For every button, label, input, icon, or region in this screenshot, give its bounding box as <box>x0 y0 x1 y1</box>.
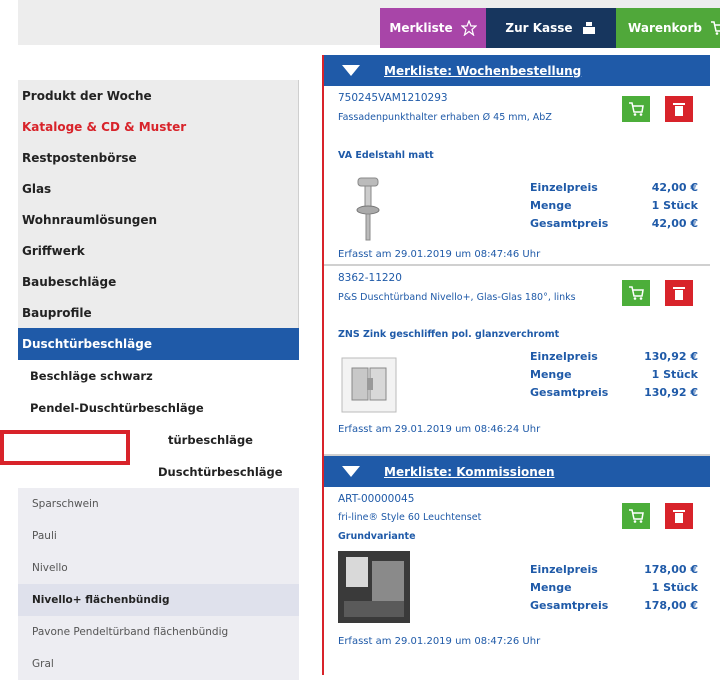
line-item-pavone[interactable]: Pavone Pendeltürband flächenbündig <box>18 616 299 648</box>
gesamtpreis-label: Gesamtpreis <box>530 386 609 399</box>
product-name[interactable]: P&S Duschtürband Nivello+, Glas-Glas 180… <box>338 291 588 304</box>
erfasst-timestamp: Erfasst am 29.01.2019 um 08:47:26 Uhr <box>338 636 541 647</box>
line-item-sparschwein[interactable]: Sparschwein <box>18 488 299 520</box>
cart-icon <box>629 286 644 300</box>
einzelpreis-value: 130,92 € <box>644 350 698 363</box>
gesamtpreis-label: Gesamtpreis <box>530 599 609 612</box>
cart-icon <box>710 21 720 35</box>
remove-button[interactable] <box>665 280 693 306</box>
menge-value: 1 Stück <box>651 581 698 594</box>
remove-button[interactable] <box>665 96 693 122</box>
collapse-triangle-icon <box>342 466 360 477</box>
add-to-cart-button[interactable] <box>622 280 650 306</box>
merkliste-button[interactable]: Merkliste <box>380 8 486 48</box>
remove-button[interactable] <box>665 503 693 529</box>
sidebar-item-duschtuerbeschlaege[interactable]: Duschtürbeschläge <box>18 328 299 360</box>
line-item-pauli[interactable]: Pauli <box>18 520 299 552</box>
zur-kasse-button[interactable]: Zur Kasse <box>486 8 616 48</box>
product-name[interactable]: Fassadenpunkthalter erhaben Ø 45 mm, AbZ <box>338 111 588 124</box>
list-item: ART-00000045 fri-line® Style 60 Leuchten… <box>324 487 710 667</box>
main-categories: Produkt der Woche Kataloge & CD & Muster… <box>18 80 299 328</box>
sidebar-item-restpostenboerse[interactable]: Restpostenbörse <box>18 142 298 173</box>
product-image-leuchtenset <box>338 551 410 623</box>
sidebar-item-bauprofile[interactable]: Bauprofile <box>18 297 298 328</box>
menge-value: 1 Stück <box>651 368 698 381</box>
cash-register-icon <box>582 22 595 34</box>
product-variant: ZNS Zink geschliffen pol. glanzverchromt <box>338 329 560 340</box>
highlight-annotation-box <box>0 430 130 465</box>
star-icon <box>460 20 477 36</box>
trash-icon <box>673 510 685 523</box>
gesamtpreis-value: 42,00 € <box>651 217 698 230</box>
trash-icon <box>673 287 685 300</box>
erfasst-timestamp: Erfasst am 29.01.2019 um 08:46:24 Uhr <box>338 424 541 435</box>
product-variant: Grundvariante <box>338 531 416 542</box>
sidebar-subitem-beschlaege-schwarz[interactable]: Beschläge schwarz <box>18 360 299 392</box>
einzelpreis-label: Einzelpreis <box>530 181 598 194</box>
sidebar-item-produkt-der-woche[interactable]: Produkt der Woche <box>18 80 298 111</box>
article-number[interactable]: ART-00000045 <box>338 493 414 505</box>
add-to-cart-button[interactable] <box>622 96 650 122</box>
warenkorb-button[interactable]: Warenkorb <box>616 8 720 48</box>
einzelpreis-label: Einzelpreis <box>530 350 598 363</box>
product-image-duschtuerband <box>341 357 397 413</box>
einzelpreis-value: 42,00 € <box>651 181 698 194</box>
sidebar-item-wohnraumloesungen[interactable]: Wohnraumlösungen <box>18 204 298 235</box>
product-lines: Sparschwein Pauli Nivello Nivello+ fläch… <box>18 488 299 680</box>
menge-label: Menge <box>530 368 572 381</box>
category-sidebar: Produkt der Woche Kataloge & CD & Muster… <box>18 80 299 680</box>
zur-kasse-label: Zur Kasse <box>505 21 573 35</box>
trash-icon <box>673 103 685 116</box>
list-title[interactable]: Merkliste: Kommissionen <box>384 465 555 479</box>
article-number[interactable]: 750245VAM1210293 <box>338 92 448 104</box>
line-item-nivello[interactable]: Nivello <box>18 552 299 584</box>
list-item: 8362-11220 P&S Duschtürband Nivello+, Gl… <box>324 266 710 456</box>
menge-label: Menge <box>530 199 572 212</box>
collapse-triangle-icon <box>342 65 360 76</box>
line-item-gral[interactable]: Gral <box>18 648 299 680</box>
list-header-kommissionen[interactable]: Merkliste: Kommissionen <box>324 456 710 487</box>
product-image-punkthalter <box>356 177 380 241</box>
gesamtpreis-label: Gesamtpreis <box>530 217 609 230</box>
article-number[interactable]: 8362-11220 <box>338 272 402 284</box>
product-name[interactable]: fri-line® Style 60 Leuchtenset <box>338 511 588 524</box>
sidebar-subitem-pendel[interactable]: Pendel-Duschtürbeschläge <box>18 392 299 424</box>
line-item-nivello-plus[interactable]: Nivello+ flächenbündig <box>18 584 299 616</box>
menge-value: 1 Stück <box>651 199 698 212</box>
sidebar-item-kataloge[interactable]: Kataloge & CD & Muster <box>18 111 298 142</box>
einzelpreis-label: Einzelpreis <box>530 563 598 576</box>
top-bar: Merkliste Zur Kasse Warenkorb <box>18 0 720 48</box>
add-to-cart-button[interactable] <box>622 503 650 529</box>
cart-icon <box>629 102 644 116</box>
sidebar-item-griffwerk[interactable]: Griffwerk <box>18 235 298 266</box>
gesamtpreis-value: 178,00 € <box>644 599 698 612</box>
list-item: 750245VAM1210293 Fassadenpunkthalter erh… <box>324 86 710 266</box>
cart-icon <box>629 509 644 523</box>
sub-categories: Beschläge schwarz Pendel-Duschtürbeschlä… <box>18 360 299 488</box>
erfasst-timestamp: Erfasst am 29.01.2019 um 08:47:46 Uhr <box>338 249 541 260</box>
sidebar-item-glas[interactable]: Glas <box>18 173 298 204</box>
menge-label: Menge <box>530 581 572 594</box>
list-header-wochenbestellung[interactable]: Merkliste: Wochenbestellung <box>324 55 710 86</box>
sidebar-item-baubeschlaege[interactable]: Baubeschläge <box>18 266 298 297</box>
merkliste-panel: Merkliste: Wochenbestellung 750245VAM121… <box>322 55 710 675</box>
gesamtpreis-value: 130,92 € <box>644 386 698 399</box>
list-title[interactable]: Merkliste: Wochenbestellung <box>384 64 581 78</box>
warenkorb-label: Warenkorb <box>628 21 702 35</box>
merkliste-label: Merkliste <box>389 21 453 35</box>
einzelpreis-value: 178,00 € <box>644 563 698 576</box>
product-variant: VA Edelstahl matt <box>338 150 434 161</box>
